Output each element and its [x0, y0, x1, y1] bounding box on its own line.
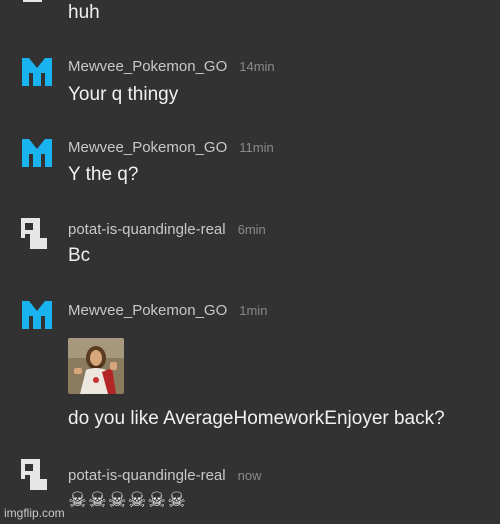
blue-m-avatar-icon[interactable] [20, 298, 54, 332]
message-header: Mewvee_Pokemon_GO 11min [68, 139, 274, 157]
message-text: Bc [68, 245, 91, 266]
chat-feed: huh Mewvee_Pokemon_GO 14min Your q thingy… [0, 0, 500, 524]
timestamp: 1min [239, 303, 268, 318]
timestamp: now [237, 468, 262, 483]
username-link[interactable]: Mewvee_Pokemon_GO [68, 139, 227, 156]
blue-m-avatar-icon[interactable] [20, 136, 54, 170]
username-link[interactable]: potat-is-quandingle-real [68, 467, 226, 484]
message-header: Mewvee_Pokemon_GO 14min [68, 58, 275, 76]
timestamp: 6min [237, 222, 266, 237]
gray-blocky-avatar-icon[interactable] [20, 217, 54, 251]
username-link[interactable]: Mewvee_Pokemon_GO [68, 302, 227, 319]
message-header: potat-is-quandingle-real 6min [68, 221, 266, 239]
message-header: Mewvee_Pokemon_GO 1min [68, 302, 267, 320]
message-header: potat-is-quandingle-real now [68, 467, 261, 485]
imgflip-watermark: imgflip.com [4, 506, 65, 520]
meme-image[interactable] [68, 338, 124, 394]
username-link[interactable]: potat-is-quandingle-real [68, 221, 226, 238]
message-text: huh [68, 2, 100, 23]
timestamp: 11min [239, 140, 274, 155]
gray-blocky-avatar-icon[interactable] [20, 458, 54, 492]
blue-m-avatar-icon[interactable] [20, 55, 54, 89]
message-text: Your q thingy [68, 84, 179, 105]
timestamp: 14min [239, 59, 275, 74]
username-link[interactable]: Mewvee_Pokemon_GO [68, 58, 227, 75]
user-avatar-icon[interactable] [20, 0, 54, 12]
message-text: Y the q? [68, 164, 139, 185]
skull-emoji-text: ☠☠☠☠☠☠ [68, 488, 187, 512]
message-text: do you like AverageHomeworkEnjoyer back? [68, 408, 445, 429]
